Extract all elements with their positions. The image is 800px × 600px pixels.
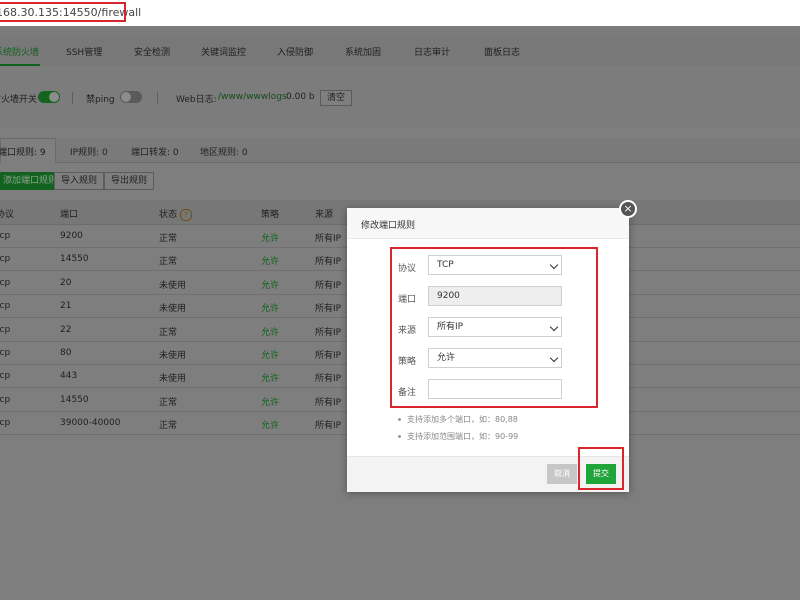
submit-highlight-box: [578, 447, 624, 490]
cell-port: 21: [60, 301, 72, 312]
tip-multiple-ports-text: 支持添加多个端口，如：80,88: [407, 415, 518, 424]
dialog-title: 修改端口规则: [361, 221, 416, 231]
url-highlight-box: [0, 2, 126, 22]
cell-policy[interactable]: 允许: [261, 254, 279, 267]
cell-source: 所有IP: [315, 327, 342, 338]
cell-source: 所有IP: [315, 421, 342, 432]
cell-protocol: tcp: [0, 231, 11, 241]
cell-policy[interactable]: 允许: [261, 278, 279, 291]
tab-intrusion-prevention[interactable]: 入侵防御: [277, 45, 313, 58]
weblog-size: 0.00 b: [286, 92, 315, 102]
cell-protocol: tcp: [0, 371, 11, 382]
subtab-region-rules[interactable]: 地区规则: 0: [200, 145, 248, 158]
cell-policy[interactable]: 允许: [261, 348, 279, 361]
firewall-toolbar: 防火墙开关 禁ping Web日志: /www/wwwlogs 0.00 b 清…: [0, 66, 800, 128]
cell-protocol: tcp: [0, 254, 11, 265]
cell-port: 443: [60, 371, 78, 382]
subtab-ip-rules[interactable]: IP规则: 0: [70, 145, 108, 158]
cell-port: 9200: [60, 231, 83, 241]
cell-status: 正常: [159, 421, 178, 432]
cell-source: 所有IP: [315, 304, 342, 315]
cancel-button[interactable]: 取消: [547, 464, 577, 484]
subtab-port-rules[interactable]: 端口规则: 9: [0, 145, 46, 158]
clear-log-button[interactable]: 清空: [320, 90, 353, 106]
cell-policy[interactable]: 允许: [261, 301, 279, 314]
cell-policy[interactable]: 允许: [261, 371, 279, 384]
subtab-port-forward[interactable]: 端口转发: 0: [131, 145, 179, 158]
form-highlight-box: [390, 247, 598, 408]
cell-status: 未使用: [159, 351, 187, 361]
import-rules-button[interactable]: 导入规则: [54, 172, 105, 190]
cell-protocol: tcp: [0, 394, 11, 405]
cell-policy[interactable]: 允许: [261, 395, 279, 408]
cell-status: 正常: [159, 327, 178, 338]
divider: [72, 92, 73, 104]
cell-source: 所有IP: [315, 280, 342, 291]
cell-status: 正常: [159, 397, 178, 408]
tab-system-hardening[interactable]: 系统加固: [345, 45, 381, 58]
cell-port: 14550: [60, 394, 89, 405]
tip-multiple-ports: 支持添加多个端口，如：80,88: [398, 414, 518, 425]
tab-system-firewall[interactable]: 系统防火墙: [0, 45, 39, 58]
cell-status: 正常: [159, 234, 178, 244]
divider: [157, 92, 158, 104]
help-icon[interactable]: ?: [180, 208, 193, 221]
page-top-gap: [0, 26, 800, 36]
export-rules-button[interactable]: 导出规则: [104, 172, 155, 190]
cell-policy[interactable]: 允许: [261, 325, 279, 338]
firewall-toggle[interactable]: [38, 91, 60, 103]
tab-keyword-monitor[interactable]: 关键词监控: [201, 45, 246, 58]
cell-status: 未使用: [159, 374, 187, 385]
cell-status: 未使用: [159, 304, 187, 315]
col-policy: 策略: [261, 210, 280, 220]
cell-status: 正常: [159, 257, 178, 268]
cell-source: 所有IP: [315, 351, 342, 361]
tip-port-range: 支持添加范围端口，如：90-99: [398, 431, 518, 442]
ping-label: 禁ping: [86, 95, 115, 105]
ping-toggle[interactable]: [120, 91, 142, 103]
cell-protocol: tcp: [0, 301, 11, 312]
close-icon[interactable]: ×: [619, 200, 637, 218]
cell-port: 39000-40000: [60, 418, 121, 429]
tip-port-range-text: 支持添加范围端口，如：90-99: [407, 432, 519, 441]
tab-security-scan[interactable]: 安全检测: [134, 45, 170, 58]
firewall-nav: 系统防火墙 SSH管理 安全检测 关键词监控 入侵防御 系统加固 日志审计 面板…: [0, 36, 800, 66]
cell-source: 所有IP: [315, 397, 342, 408]
cell-port: 22: [60, 324, 72, 335]
cell-policy[interactable]: 允许: [261, 231, 279, 244]
cell-protocol: tcp: [0, 348, 11, 358]
cell-source: 所有IP: [315, 257, 342, 268]
cell-source: 所有IP: [315, 234, 342, 244]
cell-protocol: tcp: [0, 277, 11, 288]
tab-ssh[interactable]: SSH管理: [66, 45, 102, 58]
dialog-header: 修改端口规则: [347, 208, 629, 239]
cell-status: 未使用: [159, 280, 187, 291]
cell-source: 所有IP: [315, 374, 342, 385]
rule-subtabs: [0, 138, 800, 163]
cell-policy[interactable]: 允许: [261, 418, 279, 431]
weblog-path[interactable]: /www/wwwlogs: [218, 92, 287, 102]
cell-port: 20: [60, 277, 72, 288]
tab-log-audit[interactable]: 日志审计: [414, 45, 450, 58]
col-status-label: 状态: [159, 210, 178, 220]
cell-port: 80: [60, 348, 72, 358]
cell-protocol: tcp: [0, 418, 11, 429]
cell-protocol: tcp: [0, 324, 11, 335]
weblog-label: Web日志:: [176, 95, 217, 105]
cell-port: 14550: [60, 254, 89, 265]
firewall-switch-label: 防火墙开关: [0, 95, 38, 105]
col-port: 端口: [60, 210, 79, 220]
col-status: 状态?: [159, 207, 193, 221]
col-source: 来源: [315, 210, 334, 220]
col-protocol: 协议: [0, 210, 15, 220]
tab-panel-log[interactable]: 面板日志: [484, 45, 520, 58]
